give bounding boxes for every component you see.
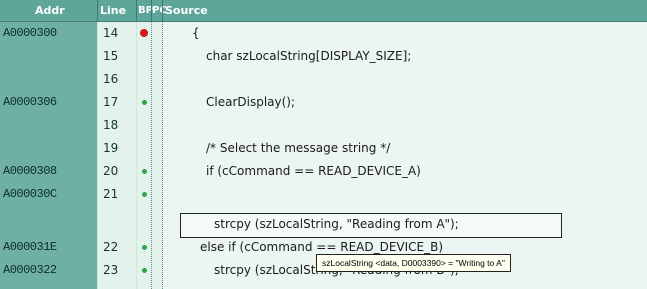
row-line-number: 21 <box>103 187 119 201</box>
column-header-bar: Addr Line BP PC Source <box>0 0 647 22</box>
row-code: if (cCommand == READ_DEVICE_A) <box>206 164 421 178</box>
executable-line-icon[interactable] <box>142 169 147 174</box>
row-address: A000030C <box>3 187 57 201</box>
row-code: ClearDisplay(); <box>206 95 296 109</box>
source-row[interactable]: 18 <box>0 114 647 137</box>
row-address: A0000306 <box>3 95 57 109</box>
executable-line-icon[interactable] <box>142 268 147 273</box>
row-code: strcpy (szLocalString, "Reading from A")… <box>214 217 459 231</box>
source-row[interactable]: A0000300 14 { <box>0 22 647 45</box>
header-source[interactable]: Source <box>165 0 208 21</box>
executable-line-icon[interactable] <box>142 192 147 197</box>
row-code: { <box>192 26 200 40</box>
row-line-number: 19 <box>103 141 119 155</box>
header-divider[interactable] <box>162 0 163 21</box>
row-address: A0000300 <box>3 26 57 40</box>
row-line-number: 22 <box>103 240 119 254</box>
row-line-number: 16 <box>103 72 119 86</box>
header-divider[interactable] <box>97 0 98 21</box>
row-address: A0000322 <box>3 263 57 277</box>
row-code: char szLocalString[DISPLAY_SIZE]; <box>206 49 412 63</box>
row-line-number: 20 <box>103 164 119 178</box>
row-code: /* Select the message string */ <box>206 141 391 155</box>
row-line-number: 18 <box>103 118 119 132</box>
source-row[interactable]: A0000308 20 if (cCommand == READ_DEVICE_… <box>0 160 647 183</box>
row-address: A000031E <box>3 240 57 254</box>
executable-line-icon[interactable] <box>142 100 147 105</box>
variable-value-tooltip: szLocalString <data, D0003390> = "Writin… <box>316 254 511 272</box>
source-row[interactable]: 19 /* Select the message string */ <box>0 137 647 160</box>
header-addr[interactable]: Addr <box>35 0 65 21</box>
header-divider[interactable] <box>136 0 137 21</box>
row-address: A0000308 <box>3 164 57 178</box>
source-view: Addr Line BP PC Source A0000300 14 { 15 … <box>0 0 647 289</box>
row-line-number: 15 <box>103 49 119 63</box>
header-line[interactable]: Line <box>100 0 126 21</box>
source-row-code-highlighted[interactable]: strcpy (szLocalString, "Reading from A")… <box>0 213 647 236</box>
row-line-number: 14 <box>103 26 119 40</box>
breakpoint-icon[interactable] <box>140 29 148 37</box>
source-row[interactable]: A0000306 17 ClearDisplay(); <box>0 91 647 114</box>
source-row[interactable]: 16 <box>0 68 647 91</box>
row-line-number: 17 <box>103 95 119 109</box>
executable-line-icon[interactable] <box>142 245 147 250</box>
row-line-number: 23 <box>103 263 119 277</box>
source-row[interactable]: 15 char szLocalString[DISPLAY_SIZE]; <box>0 45 647 68</box>
